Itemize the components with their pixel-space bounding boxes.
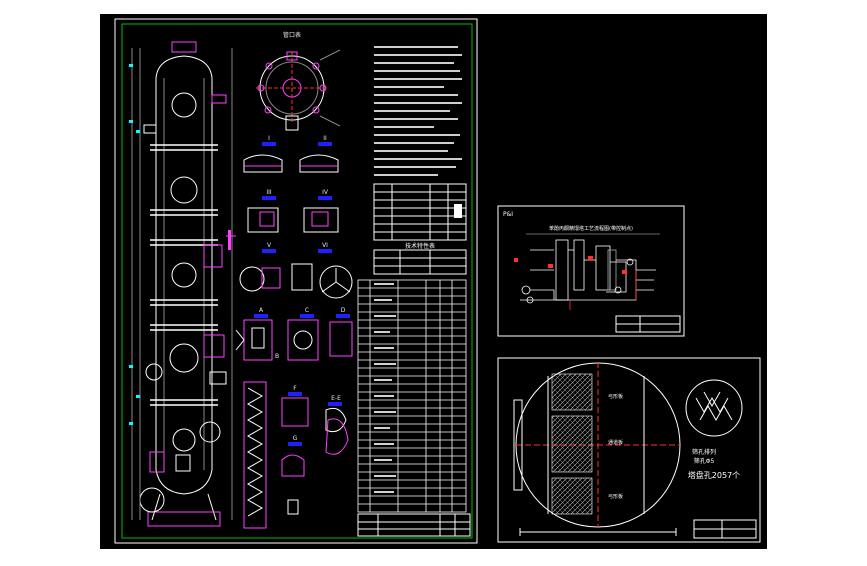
svg-text:IV: IV — [322, 189, 329, 196]
svg-text:E-E: E-E — [331, 395, 341, 402]
cad-drawing: 技术特性表 I II III IV V VI A B C D E-E F G 管… — [100, 14, 767, 549]
svg-text:G: G — [293, 435, 298, 442]
svg-text:III: III — [266, 189, 272, 196]
hole-diameter-label: 筛孔Φ5 — [694, 457, 715, 465]
flow-corner-label: P&I — [503, 211, 513, 218]
svg-text:I: I — [268, 135, 270, 142]
svg-text:II: II — [323, 135, 327, 142]
tech-spec-table-title: 技术特性表 — [405, 242, 435, 250]
nozzle-orientation-title: 管口表 — [283, 31, 301, 39]
svg-text:D: D — [341, 307, 346, 314]
svg-text:B: B — [275, 353, 279, 360]
cad-viewport[interactable]: 技术特性表 I II III IV V VI A B C D E-E F G 管… — [0, 0, 867, 562]
tray-label-middle: 通道板 — [608, 439, 623, 446]
tray-label-bottom: 弓形板 — [608, 493, 623, 500]
hole-count-label: 塔盘孔2057个 — [688, 470, 740, 480]
tray-label-top: 弓形板 — [608, 393, 623, 400]
svg-text:C: C — [305, 307, 309, 314]
hole-pattern-label: 筛孔排列 — [692, 448, 716, 456]
sieve-hole-field — [551, 373, 593, 515]
svg-text:VI: VI — [322, 242, 328, 249]
flow-sheet-title: 苯酚丙酮精馏塔工艺流程图(带控制点) — [549, 225, 633, 232]
svg-text:F: F — [293, 385, 297, 392]
